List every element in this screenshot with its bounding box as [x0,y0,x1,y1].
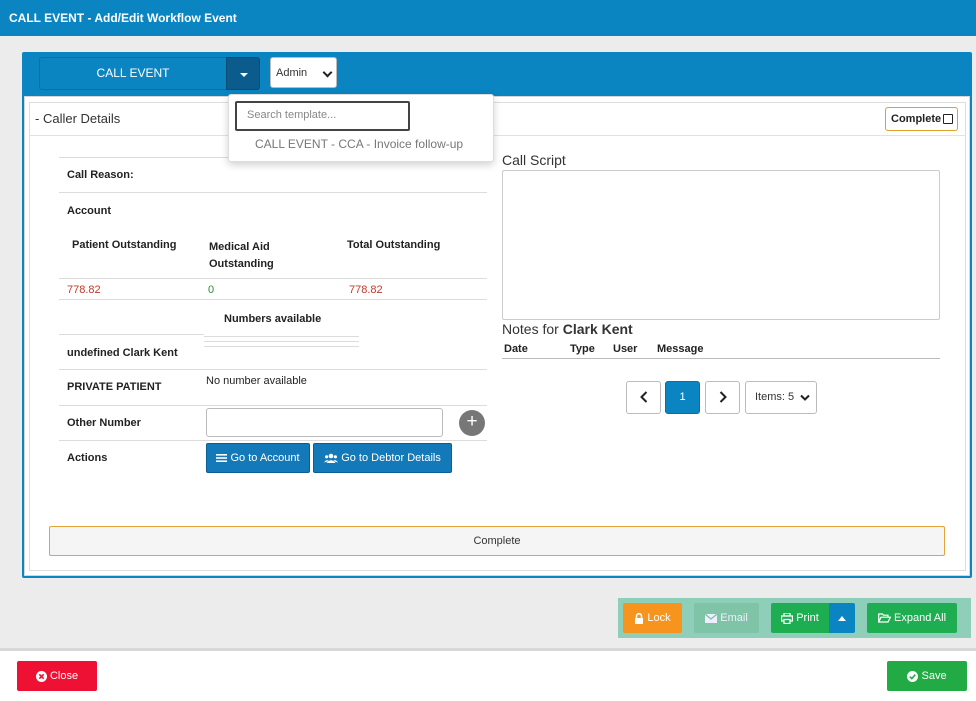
account-label: Account [67,205,111,217]
user-select[interactable]: Admin [270,57,337,88]
divider [59,405,487,406]
lock-button[interactable]: Lock [623,603,682,633]
dialog-footer [0,651,976,701]
check-circle-icon [907,670,919,682]
notes-column-date: Date [504,343,528,355]
divider [204,346,359,347]
private-patient-label: PRIVATE PATIENT [67,381,162,393]
total-outstanding-label: Total Outstanding [347,239,441,251]
contact-name: undefined Clark Kent [67,347,178,359]
lock-label: Lock [647,612,671,624]
complete-checkbox[interactable]: Complete [885,107,958,131]
template-dropdown: Search template... CALL EVENT - CCA - In… [228,94,494,162]
close-circle-icon [35,670,47,682]
plus-icon: + [466,411,478,432]
call-script-area[interactable] [502,170,940,320]
notes-person-name: Clark Kent [562,321,633,337]
expand-all-button[interactable]: Expand All [867,603,957,633]
save-button[interactable]: Save [887,661,967,691]
notes-header-divider [502,358,940,359]
notes-heading: Notes for Clark Kent [502,321,633,337]
expand-all-label: Expand All [894,612,947,624]
divider [59,334,204,335]
print-label: Print [796,612,819,624]
chevron-down-icon [800,394,810,401]
divider [59,369,487,370]
previous-page-button[interactable] [626,381,661,414]
medical-aid-outstanding-value: 0 [208,284,215,296]
notes-prefix: Notes for [502,321,559,337]
caller-details-header[interactable] [29,102,966,136]
event-type-button[interactable]: CALL EVENT [39,57,227,90]
list-icon [216,454,228,463]
chevron-left-icon [639,391,647,403]
close-label: Close [49,670,79,682]
call-reason-label: Call Reason: [67,169,134,181]
other-number-input[interactable] [206,408,443,437]
notes-column-type: Type [570,343,595,355]
envelope-icon [705,613,718,623]
caret-up-icon [838,616,846,621]
divider [59,278,487,279]
call-script-label: Call Script [502,152,566,168]
caller-details-label: Caller Details [42,111,121,126]
go-to-debtor-details-button[interactable]: Go to Debtor Details [313,443,452,473]
template-option[interactable]: CALL EVENT - CCA - Invoice follow-up [255,137,463,151]
items-per-page-value: Items: 5 [755,391,795,403]
divider [59,192,487,193]
go-to-debtor-details-label: Go to Debtor Details [341,452,441,464]
window-title: CALL EVENT - Add/Edit Workflow Event [0,0,976,36]
medical-aid-outstanding-label: Medical Aid Outstanding [209,239,274,273]
printer-icon [781,612,794,624]
items-per-page-select[interactable]: Items: 5 [745,381,817,414]
next-page-button[interactable] [705,381,740,414]
go-to-account-button[interactable]: Go to Account [206,443,310,473]
collapse-icon[interactable]: - [35,111,39,126]
numbers-available-label: Numbers available [224,313,322,325]
patient-outstanding-value: 778.82 [67,284,101,296]
total-outstanding-value: 778.82 [349,284,383,296]
patient-outstanding-label: Patient Outstanding [72,239,177,251]
other-number-label: Other Number [67,417,141,429]
close-button[interactable]: Close [17,661,97,691]
page-1-button[interactable]: 1 [665,381,700,414]
folder-open-icon [877,613,891,623]
checkbox-icon[interactable] [943,114,953,124]
complete-button[interactable]: Complete [49,526,945,556]
medical-aid-outstanding-label-line2: Outstanding [209,258,274,270]
divider [204,336,359,337]
add-number-button[interactable]: + [459,410,485,436]
template-search-input[interactable]: Search template... [235,101,410,131]
divider [59,299,487,300]
email-button[interactable]: Email [694,603,759,633]
medical-aid-outstanding-label-line1: Medical Aid [209,241,270,253]
complete-checkbox-label: Complete [891,113,942,125]
divider [59,440,487,441]
go-to-account-label: Go to Account [230,452,300,464]
caller-details-title[interactable]: - Caller Details [35,111,120,126]
chevron-right-icon [719,391,727,403]
no-number-text: No number available [206,375,307,387]
event-template-dropdown-toggle[interactable] [226,57,260,90]
chevron-down-icon [322,67,333,78]
save-label: Save [921,670,947,682]
print-options-toggle[interactable] [829,603,855,633]
lock-icon [635,612,644,624]
print-button[interactable]: Print [771,603,829,633]
divider [204,341,359,342]
email-label: Email [720,612,748,624]
notes-column-message: Message [657,343,704,355]
notes-column-user: User [613,343,638,355]
user-select-value: Admin [276,67,308,79]
users-icon [324,453,339,464]
actions-label: Actions [67,452,108,464]
